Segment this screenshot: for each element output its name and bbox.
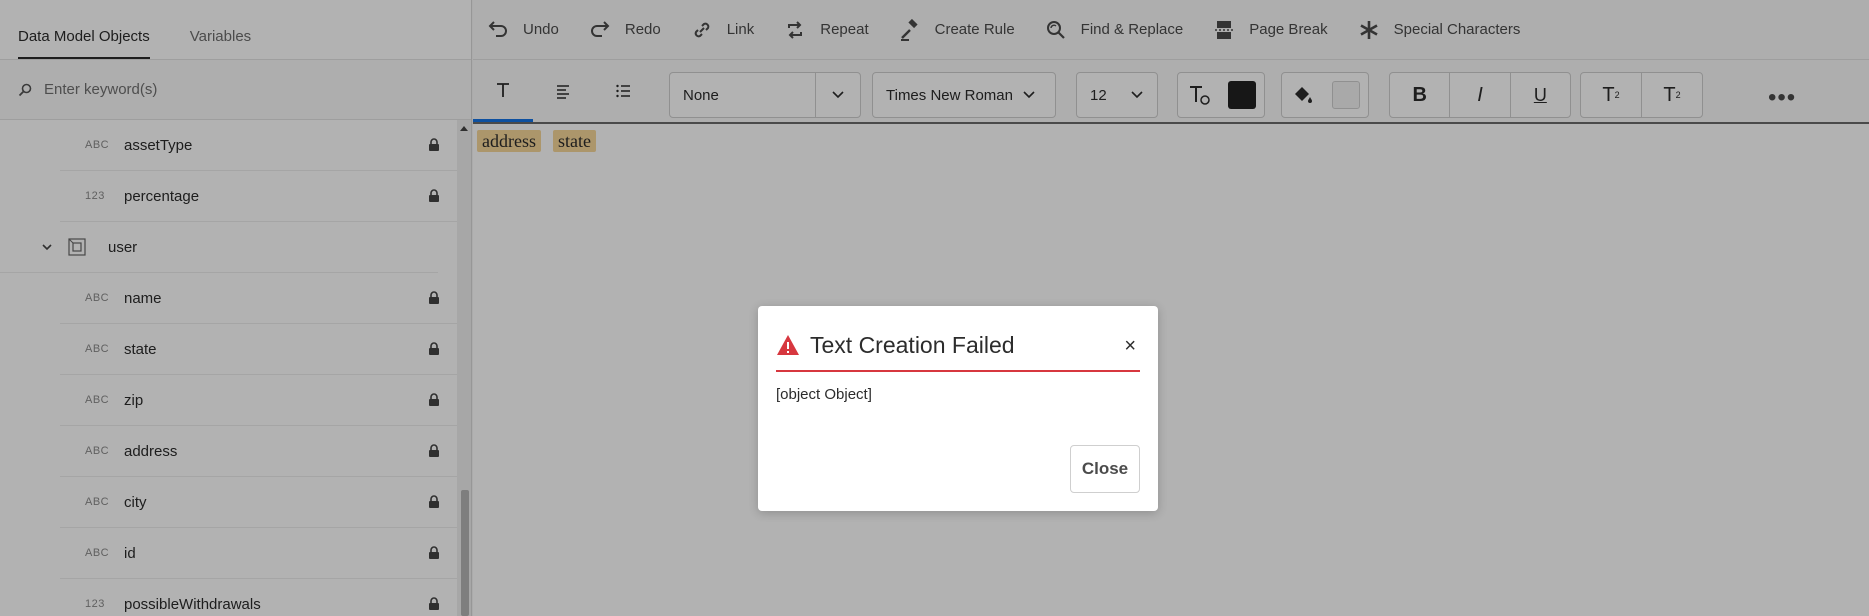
close-icon[interactable]: × (1124, 336, 1136, 356)
dialog-header: Text Creation Failed × (776, 320, 1140, 372)
error-dialog: Text Creation Failed × [object Object] C… (758, 306, 1158, 511)
alert-icon (777, 335, 799, 355)
dialog-message: [object Object] (776, 386, 872, 403)
dialog-title: Text Creation Failed (810, 331, 1015, 358)
close-button[interactable]: Close (1070, 445, 1140, 493)
